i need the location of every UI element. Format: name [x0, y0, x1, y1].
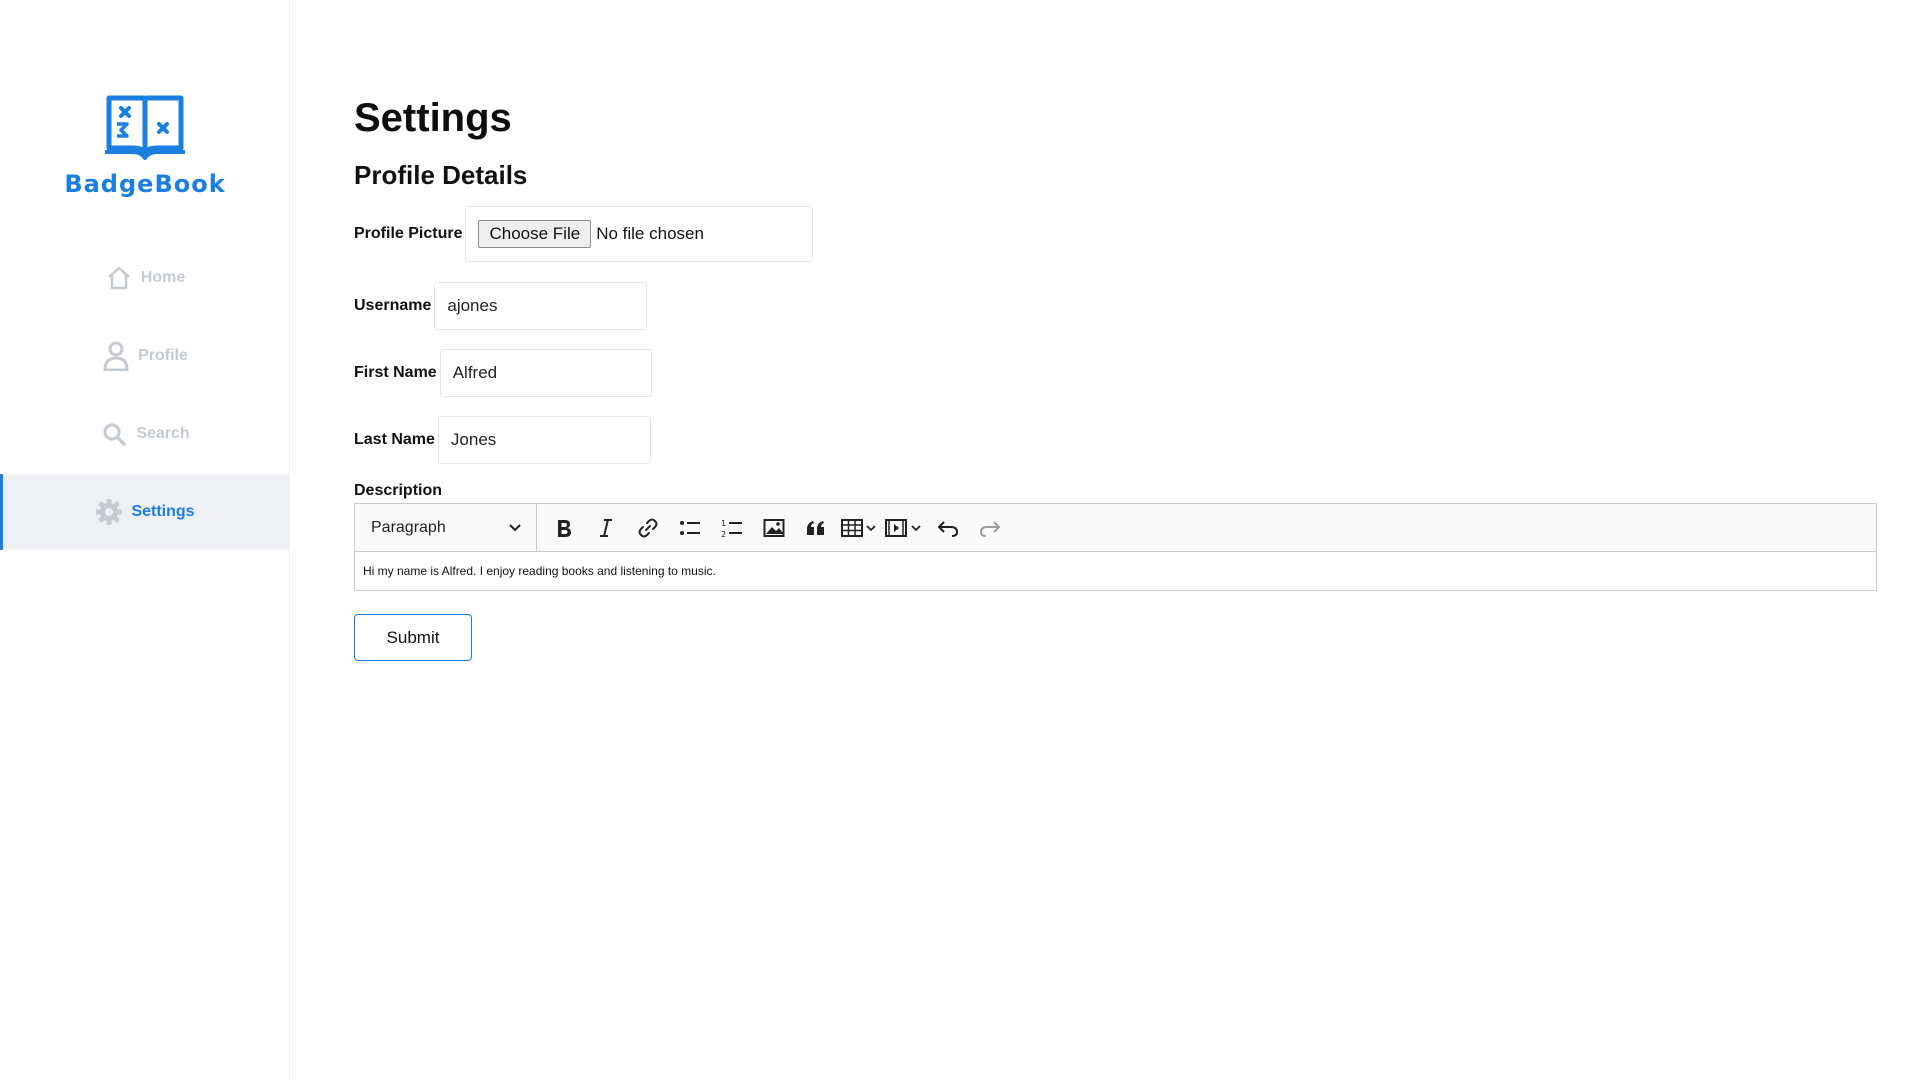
heading-select-value: Paragraph	[371, 518, 446, 536]
chevron-down-icon	[509, 523, 521, 531]
svg-text:1: 1	[721, 519, 726, 528]
last-name-row: Last Name	[354, 416, 651, 464]
choose-file-button[interactable]: Choose File	[478, 220, 592, 248]
bold-icon[interactable]	[547, 511, 581, 545]
sidebar: BadgeBook Home Profile Search Settings	[0, 0, 290, 1080]
svg-text:2: 2	[721, 530, 726, 539]
logo: BadgeBook	[0, 92, 290, 198]
sidebar-item-label: Search	[136, 425, 190, 442]
last-name-label: Last Name	[354, 431, 435, 448]
book-logo-icon	[105, 95, 185, 160]
numbered-list-icon[interactable]: 12	[715, 511, 749, 545]
first-name-label: First Name	[354, 364, 437, 381]
redo-icon[interactable]	[973, 511, 1007, 545]
media-icon[interactable]	[885, 511, 923, 545]
home-icon	[105, 264, 133, 292]
profile-picture-field[interactable]: Choose File No file chosen	[465, 206, 814, 262]
description-label: Description	[354, 482, 443, 499]
description-editor: Paragraph 12 Hi my name is Alfred. I enj…	[354, 503, 1877, 591]
page-title: Settings	[354, 96, 512, 140]
table-icon[interactable]	[841, 511, 877, 545]
sidebar-item-profile[interactable]: Profile	[0, 318, 290, 394]
bulleted-list-icon[interactable]	[673, 511, 707, 545]
image-icon[interactable]	[757, 511, 791, 545]
sidebar-item-label: Settings	[131, 503, 195, 520]
undo-icon[interactable]	[931, 511, 965, 545]
gear-icon	[95, 498, 123, 526]
last-name-input[interactable]	[437, 416, 651, 464]
quote-icon[interactable]	[799, 511, 833, 545]
username-row: Username	[354, 282, 648, 330]
sidebar-item-label: Home	[140, 269, 186, 286]
heading-select[interactable]: Paragraph	[355, 503, 537, 552]
sidebar-item-search[interactable]: Search	[0, 396, 290, 472]
app-root: BadgeBook Home Profile Search Settings S…	[0, 0, 1920, 1080]
user-icon	[102, 341, 130, 371]
app-name: BadgeBook	[64, 170, 226, 198]
description-content[interactable]: Hi my name is Alfred. I enjoy reading bo…	[355, 552, 1876, 590]
sidebar-item-home[interactable]: Home	[0, 240, 290, 316]
file-status: No file chosen	[596, 224, 704, 243]
profile-picture-label: Profile Picture	[354, 225, 463, 242]
search-icon	[100, 420, 128, 448]
submit-button[interactable]: Submit	[354, 614, 472, 661]
sidebar-nav: Home Profile Search Settings	[0, 240, 290, 552]
italic-icon[interactable]	[589, 511, 623, 545]
username-input[interactable]	[434, 282, 648, 330]
link-icon[interactable]	[631, 511, 665, 545]
editor-toolbar: Paragraph 12	[355, 503, 1876, 552]
profile-picture-row: Profile Picture Choose File No file chos…	[354, 206, 814, 262]
section-title: Profile Details	[354, 160, 528, 190]
username-label: Username	[354, 297, 432, 314]
sidebar-item-label: Profile	[138, 347, 188, 364]
first-name-input[interactable]	[439, 349, 652, 397]
first-name-row: First Name	[354, 349, 652, 397]
sidebar-item-settings[interactable]: Settings	[0, 474, 290, 550]
